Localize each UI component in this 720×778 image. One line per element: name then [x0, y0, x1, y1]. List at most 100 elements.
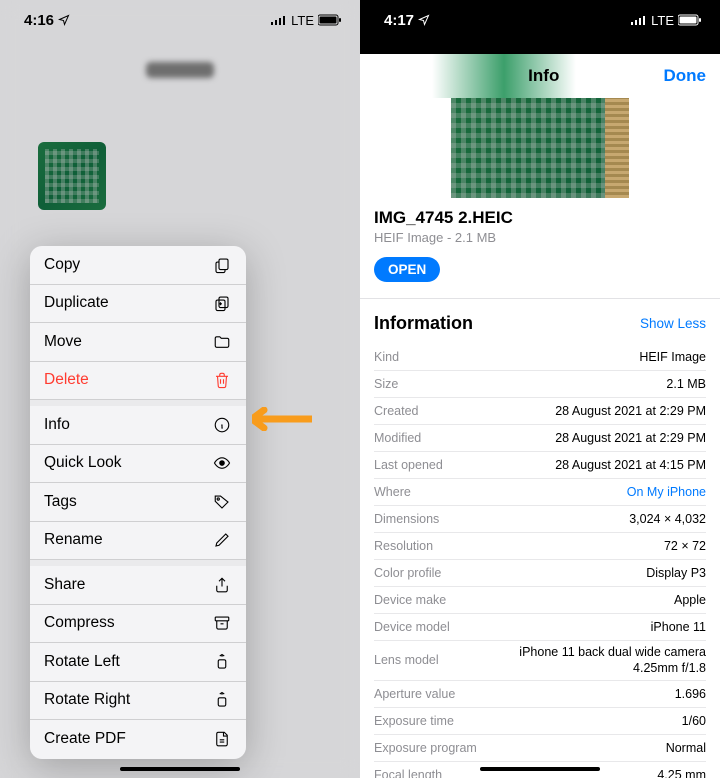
file-subtitle: HEIF Image - 2.1 MB [374, 230, 706, 245]
sheet-title: Info [528, 66, 559, 86]
eye-icon [212, 453, 232, 473]
menu-delete[interactable]: Delete [30, 362, 246, 401]
row-exposuretime: Exposure time 1/60 [374, 708, 706, 735]
info-label: Resolution [374, 539, 433, 553]
share-icon [212, 575, 232, 595]
info-label: Modified [374, 431, 421, 445]
info-list: KindHEIF Image Size 2.1 MB Created 28 Augu… [360, 344, 720, 778]
info-label: Size [374, 377, 398, 391]
menu-share[interactable]: Share [30, 566, 246, 605]
info-label: Lens model [374, 653, 439, 667]
signal-icon [631, 15, 647, 25]
info-label: Last opened [374, 458, 443, 472]
info-value: 2.1 MB [666, 377, 706, 391]
document-icon [212, 729, 232, 749]
info-value: iPhone 11 back dual wide camera 4.25mm f… [507, 644, 706, 677]
status-network: LTE [291, 13, 314, 28]
info-value: 1/60 [682, 714, 706, 728]
location-icon [58, 14, 70, 26]
menu-label: Rotate Left [44, 653, 120, 671]
preview-wrap [360, 98, 720, 198]
file-thumbnail[interactable] [38, 142, 106, 210]
menu-create-pdf[interactable]: Create PDF [30, 720, 246, 759]
info-value: Apple [674, 593, 706, 607]
menu-compress[interactable]: Compress [30, 605, 246, 644]
row-kind: KindHEIF Image [374, 344, 706, 371]
menu-label: Copy [44, 256, 80, 274]
file-title-block: IMG_4745 2.HEIC HEIF Image - 2.1 MB [360, 198, 720, 247]
menu-rename[interactable]: Rename [30, 522, 246, 561]
info-value: 28 August 2021 at 2:29 PM [555, 404, 706, 418]
copy-icon [212, 255, 232, 275]
sheet-header: Info Done [360, 54, 720, 98]
row-created: Created 28 August 2021 at 2:29 PM [374, 398, 706, 425]
menu-label: Rotate Right [44, 691, 130, 709]
info-label: Exposure program [374, 741, 477, 755]
info-value: 1.696 [675, 687, 706, 701]
row-modified: Modified28 August 2021 at 2:29 PM [374, 425, 706, 452]
menu-label: Compress [44, 614, 115, 632]
info-label: Exposure time [374, 714, 454, 728]
menu-label: Share [44, 576, 85, 594]
info-label: Where [374, 485, 411, 499]
row-devicemake: Device make Apple [374, 587, 706, 614]
info-label: Created [374, 404, 418, 418]
open-button[interactable]: OPEN [374, 257, 440, 282]
menu-label: Info [44, 416, 70, 434]
menu-quicklook[interactable]: Quick Look [30, 445, 246, 484]
file-preview[interactable] [451, 98, 629, 198]
trash-icon [212, 370, 232, 390]
callout-arrow [252, 407, 312, 431]
menu-label: Quick Look [44, 454, 122, 472]
row-lensmodel: Lens model iPhone 11 back dual wide camer… [374, 641, 706, 682]
sheet-handle-area [360, 40, 720, 54]
battery-icon [678, 14, 702, 26]
row-size: Size 2.1 MB [374, 371, 706, 398]
menu-copy[interactable]: Copy [30, 246, 246, 285]
info-label: Color profile [374, 566, 441, 580]
home-indicator[interactable] [480, 767, 600, 771]
tag-icon [212, 492, 232, 512]
blur-title-placeholder [146, 62, 214, 78]
status-network: LTE [651, 13, 674, 28]
info-value: iPhone 11 [651, 620, 706, 634]
menu-duplicate[interactable]: Duplicate [30, 285, 246, 324]
menu-rotate-left[interactable]: Rotate Left [30, 643, 246, 682]
status-time: 4:16 [24, 12, 54, 29]
location-icon [418, 14, 430, 26]
info-label: Focal length [374, 768, 442, 778]
menu-label: Tags [44, 493, 77, 511]
info-label: Device make [374, 593, 446, 607]
info-value: HEIF Image [639, 350, 706, 364]
done-button[interactable]: Done [664, 66, 707, 86]
home-indicator[interactable] [120, 767, 240, 771]
menu-info[interactable]: Info [30, 406, 246, 445]
info-value: 4.25 mm [657, 768, 706, 778]
duplicate-icon [212, 293, 232, 313]
context-menu: Copy Duplicate Move Delete Info Quick Lo… [30, 246, 246, 759]
info-value: 3,024 × 4,032 [629, 512, 706, 526]
menu-rotate-right[interactable]: Rotate Right [30, 682, 246, 721]
left-screenshot: 4:16 LTE Copy Duplicate Move Delete [0, 0, 360, 778]
row-dimensions: Dimensions 3,024 × 4,032 [374, 506, 706, 533]
signal-icon [271, 15, 287, 25]
menu-move[interactable]: Move [30, 323, 246, 362]
section-title: Information [374, 313, 473, 334]
menu-label: Create PDF [44, 730, 126, 748]
menu-label: Duplicate [44, 294, 109, 312]
pencil-icon [212, 530, 232, 550]
row-devicemodel: Device model iPhone 11 [374, 614, 706, 641]
info-label: Dimensions [374, 512, 439, 526]
row-resolution: Resolution 72 × 72 [374, 533, 706, 560]
right-screenshot: 4:17 LTE Info Done IMG_4745 2.HEIC HEIF … [360, 0, 720, 778]
info-icon [212, 415, 232, 435]
menu-tags[interactable]: Tags [30, 483, 246, 522]
status-bar: 4:17 LTE [360, 0, 720, 40]
info-value[interactable]: On My iPhone [627, 485, 706, 499]
show-less-button[interactable]: Show Less [640, 316, 706, 331]
info-value: 72 × 72 [664, 539, 706, 553]
row-exposureprogram: Exposure programNormal [374, 735, 706, 762]
menu-label: Rename [44, 531, 103, 549]
info-label: Device model [374, 620, 450, 634]
rotate-left-icon [212, 652, 232, 672]
